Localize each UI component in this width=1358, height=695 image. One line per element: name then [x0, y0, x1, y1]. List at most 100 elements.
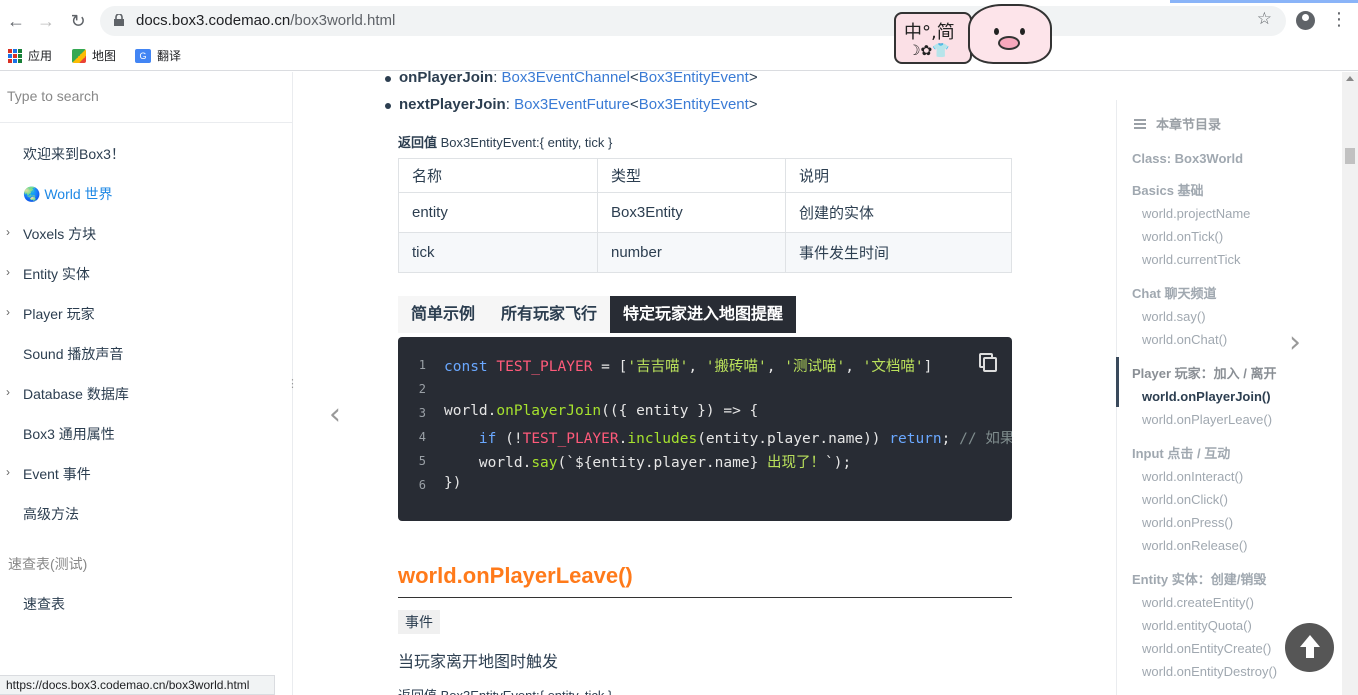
scrollbar-thumb[interactable] [1345, 148, 1355, 164]
page-scrollbar[interactable] [1342, 72, 1358, 695]
toc-item[interactable]: world.onEntityDestroy() [1142, 664, 1277, 679]
toc-item[interactable]: world.say() [1142, 309, 1206, 324]
code-line: const TEST_PLAYER = ['吉吉喵', '搬砖喵', '测试喵'… [444, 359, 933, 375]
tab-simple-example[interactable]: 简单示例 [398, 296, 489, 333]
code-block: 1 2 3 4 5 6 const TEST_PLAYER = ['吉吉喵', … [398, 337, 1012, 521]
code-line: if (!TEST_PLAYER.includes(entity.player.… [478, 431, 1012, 447]
list-item: nextPlayerJoin: Box3EventFuture<Box3Enti… [385, 96, 758, 113]
toc-heading[interactable]: Basics 基础 [1132, 180, 1204, 199]
example-tabs: 简单示例 所有玩家飞行 特定玩家进入地图提醒 [398, 296, 797, 333]
search-input[interactable]: Type to search [7, 88, 99, 104]
code-line: world.say(`${entity.player.name} 出现了！`); [444, 455, 852, 471]
toc-active-indicator [1116, 357, 1119, 407]
bookmarks-bar: 应用 地图 G 翻译 [0, 42, 1358, 71]
toc-item[interactable]: world.createEntity() [1142, 595, 1254, 610]
heading-divider [398, 597, 1012, 598]
return-value: 返回值 Box3EntityEvent:{ entity, tick } [398, 135, 613, 150]
toc-item[interactable]: world.projectName [1142, 206, 1250, 221]
chevron-right-icon[interactable]: › [6, 385, 10, 399]
toc-title-label: 本章节目录 [1156, 117, 1222, 132]
line-number: 5 [418, 454, 426, 468]
toc-item[interactable]: world.onEntityCreate() [1142, 641, 1271, 656]
sidebar-item-player[interactable]: Player 玩家 [23, 304, 95, 324]
table-header-row: 名称 类型 说明 [398, 158, 1012, 193]
table-row: tick number 事件发生时间 [398, 232, 1012, 273]
table-cell: 创建的实体 [785, 192, 1012, 233]
toc-heading[interactable]: Input 点击 / 互动 [1132, 443, 1230, 462]
toc-item[interactable]: world.onRelease() [1142, 538, 1248, 553]
back-to-top-icon[interactable] [1285, 623, 1334, 672]
translator-extension-widget[interactable]: 中°,简 ☽✿👕 [894, 4, 1052, 64]
bookmark-apps[interactable]: 应用 [8, 47, 52, 64]
sidebar-item-cheatsheet[interactable]: 速查表 [23, 594, 65, 614]
browser-menu-icon[interactable]: ⋮ [1330, 9, 1348, 30]
sidebar-item-box3-props[interactable]: Box3 通用属性 [23, 424, 115, 444]
toc-item[interactable]: world.onClick() [1142, 492, 1228, 507]
bookmark-maps[interactable]: 地图 [72, 47, 116, 64]
toc-item[interactable]: world.onPlayerLeave() [1142, 412, 1272, 427]
scroll-up-icon[interactable] [1346, 76, 1354, 81]
lock-icon [114, 14, 124, 26]
toc-item[interactable]: world.onChat() [1142, 332, 1227, 347]
list-item: onPlayerJoin: Box3EventChannel<Box3Entit… [385, 69, 758, 86]
toc-heading[interactable]: Class: Box3World [1132, 151, 1243, 166]
toc-item[interactable]: world.onInteract() [1142, 469, 1243, 484]
main-content: onPlayerJoin: Box3EventChannel<Box3Entit… [293, 69, 1117, 695]
chevron-left-icon[interactable]: ‹ [329, 397, 341, 432]
line-number: 1 [418, 358, 426, 372]
reload-icon[interactable]: ↻ [66, 9, 90, 33]
chevron-right-icon[interactable]: › [6, 225, 10, 239]
translator-mode-text: 中°,简 [904, 22, 955, 43]
chevron-right-icon[interactable]: › [6, 465, 10, 479]
code-line: world.onPlayerJoin(({ entity }) => { [444, 403, 759, 419]
translator-mode-box[interactable]: 中°,简 ☽✿👕 [894, 12, 972, 64]
sidebar-item-voxels[interactable]: Voxels 方块 [23, 224, 96, 244]
line-number: 2 [418, 382, 426, 396]
profile-avatar-icon[interactable] [1296, 11, 1315, 30]
toc-item-active[interactable]: world.onPlayerJoin() [1142, 389, 1271, 404]
sidebar-item-welcome[interactable]: 欢迎来到Box3！ [23, 144, 125, 164]
bookmark-star-icon[interactable]: ☆ [1257, 9, 1272, 29]
chevron-right-icon[interactable]: › [6, 265, 10, 279]
table-header: 名称 [398, 158, 598, 193]
type-link[interactable]: Box3Entity [597, 192, 786, 233]
toc-item[interactable]: world.onPress() [1142, 515, 1233, 530]
type-link[interactable]: Box3EventChannel [502, 69, 630, 86]
sidebar-item-advanced[interactable]: 高级方法 [23, 504, 79, 524]
sidebar-group-cheatsheet: 速查表(测试) [8, 556, 88, 572]
sidebar-item-entity[interactable]: Entity 实体 [23, 264, 90, 284]
return-value: 返回值 Box3EntityEvent:{ entity, tick } [398, 685, 612, 695]
pig-mascot-icon [968, 4, 1052, 64]
type-link[interactable]: Box3EntityEvent [639, 96, 749, 113]
toc-item[interactable]: world.currentTick [1142, 252, 1240, 267]
toc-item[interactable]: world.entityQuota() [1142, 618, 1252, 633]
tab-player-join-alert[interactable]: 特定玩家进入地图提醒 [610, 296, 797, 333]
type-link[interactable]: Box3EventFuture [514, 96, 630, 113]
sidebar-item-world[interactable]: 🌏 World 世界 [23, 184, 113, 204]
status-bar-url: https://docs.box3.codemao.cn/box3world.h… [0, 675, 275, 695]
toc-item[interactable]: world.onTick() [1142, 229, 1223, 244]
bookmark-label: 翻译 [157, 49, 182, 63]
tab-strip-accent [1170, 0, 1358, 3]
table-cell: entity [398, 192, 598, 233]
line-number: 4 [418, 430, 426, 444]
type-link[interactable]: Box3EntityEvent [639, 69, 749, 86]
toc-heading[interactable]: Player 玩家：加入 / 离开 [1132, 363, 1276, 382]
back-icon[interactable]: ← [4, 9, 28, 33]
forward-icon[interactable]: → [34, 9, 58, 33]
copy-icon[interactable] [979, 353, 997, 372]
section-description: 当玩家离开地图时触发 [398, 654, 559, 671]
bookmark-translate[interactable]: G 翻译 [135, 47, 181, 64]
table-row: entity Box3Entity 创建的实体 [398, 192, 1012, 233]
chevron-right-icon[interactable]: › [6, 305, 10, 319]
sidebar-item-sound[interactable]: Sound 播放声音 [23, 344, 123, 364]
toc-heading[interactable]: Entity 实体：创建/销毁 [1132, 569, 1266, 588]
toc-heading[interactable]: Chat 聊天频道 [1132, 283, 1217, 302]
sidebar-item-database[interactable]: Database 数据库 [23, 384, 129, 404]
translator-symbols: ☽✿👕 [908, 42, 950, 58]
address-bar[interactable]: docs.box3.codemao.cn/box3world.html ☆ [100, 6, 1286, 36]
apps-grid-icon [8, 48, 22, 63]
tab-all-players-fly[interactable]: 所有玩家飞行 [488, 296, 611, 333]
table-header: 类型 [597, 158, 786, 193]
sidebar-item-event[interactable]: Event 事件 [23, 464, 91, 484]
